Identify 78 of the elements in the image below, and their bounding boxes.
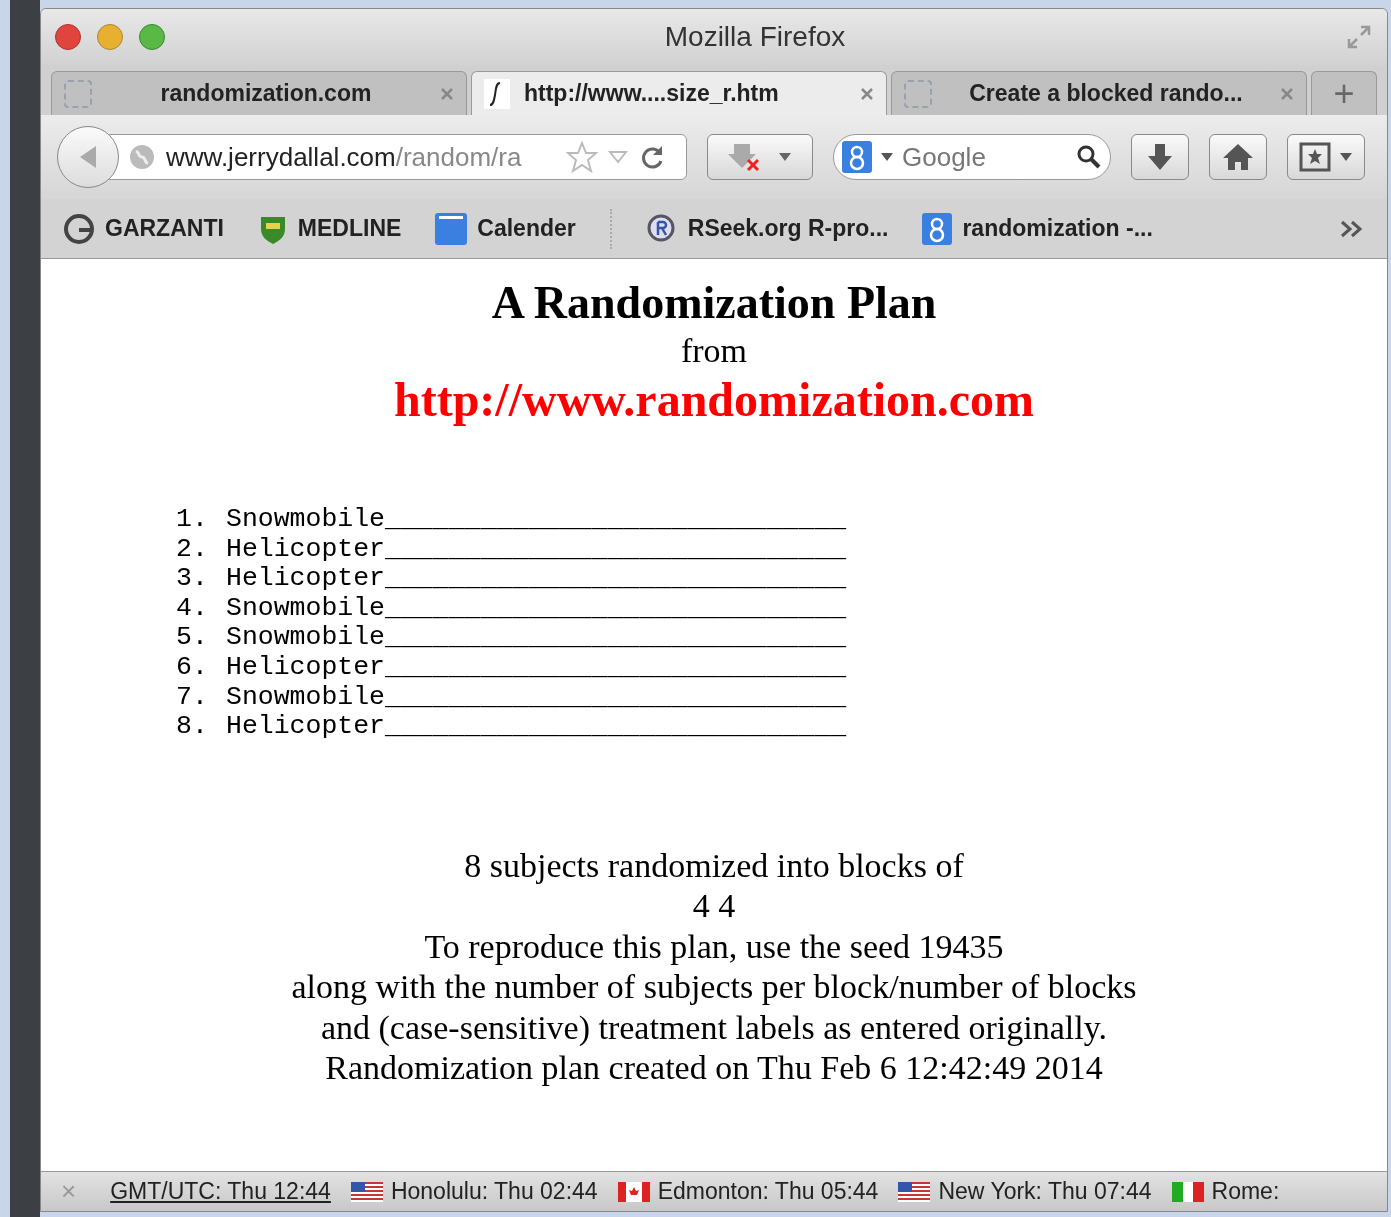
plan-note: To reproduce this plan, use the seed 19435 xyxy=(424,926,1004,967)
close-tab-icon[interactable] xyxy=(1280,86,1294,101)
plan-note: along with the number of subjects per block/number of blocks xyxy=(291,967,1137,1008)
item-number: 8. xyxy=(176,712,209,742)
dropdown-icon[interactable] xyxy=(608,150,628,164)
clock-text: Rome: xyxy=(1211,1177,1280,1207)
downloads-button[interactable] xyxy=(1131,134,1189,180)
plan-note: 4 4 xyxy=(692,886,736,927)
item-number: 5. xyxy=(176,623,209,653)
globe-icon xyxy=(128,143,156,171)
plan-note: and (case-sensitive) treatment labels as entered originally. xyxy=(320,1007,1108,1048)
bookmark-item[interactable]: RSeek.org R-pro... xyxy=(645,211,889,246)
browser-tab[interactable]: randomization.com xyxy=(51,71,467,115)
zoom-window-button[interactable] xyxy=(139,24,165,50)
window-title: Mozilla Firefox xyxy=(663,20,847,54)
close-window-button[interactable] xyxy=(55,24,81,50)
flag-icon xyxy=(350,1181,383,1202)
treatment-line: Snowmobile_____________________________ xyxy=(226,682,847,713)
search-bar[interactable]: Google xyxy=(833,134,1111,180)
home-button[interactable] xyxy=(1209,134,1267,180)
item-number: 3. xyxy=(176,564,209,594)
download-arrow-icon xyxy=(1145,142,1175,172)
close-tab-icon[interactable] xyxy=(860,86,874,101)
tab-title: randomization.com xyxy=(159,79,373,109)
treatment-line: Snowmobile_____________________________ xyxy=(226,593,847,624)
item-number: 6. xyxy=(176,652,209,683)
clock-text: New York: Thu 07:44 xyxy=(938,1177,1152,1207)
home-icon xyxy=(1222,142,1254,172)
clock-text: Honolulu: Thu 02:44 xyxy=(390,1177,598,1207)
treatment-line: Helicopter_____________________________ xyxy=(226,564,847,594)
flag-icon xyxy=(898,1181,931,1202)
browser-tab[interactable]: Create a blocked rando... xyxy=(891,71,1307,115)
treatment-line: Helicopter_____________________________ xyxy=(226,712,847,742)
bookmarks-button[interactable] xyxy=(1287,134,1365,180)
blank-page-icon xyxy=(904,79,932,108)
item-number: 7. xyxy=(176,682,209,713)
browser-tab[interactable]: http://www....size_r.htm xyxy=(471,71,887,115)
caret-icon xyxy=(880,152,894,162)
calendar-icon xyxy=(435,212,468,245)
caret-icon xyxy=(778,152,792,162)
fullscreen-icon[interactable] xyxy=(1345,23,1373,51)
treatment-line: Snowmobile_____________________________ xyxy=(226,505,847,535)
addon-button[interactable] xyxy=(707,134,813,180)
plan-note: Randomization plan created on Thu Feb 6 12:42:49 2014 xyxy=(325,1048,1103,1089)
chevron-icon[interactable] xyxy=(1339,218,1365,239)
address-field[interactable]: www.jerrydallal.com/random/ra xyxy=(109,134,687,180)
bookmark-item[interactable]: MEDLINE xyxy=(257,211,402,246)
clock-text[interactable]: GMT/UTC: Thu 12:44 xyxy=(110,1174,331,1209)
search-field[interactable]: Google xyxy=(902,137,1068,177)
item-number: 4. xyxy=(176,593,209,624)
tab-title: Create a blocked rando... xyxy=(968,79,1244,109)
script-icon xyxy=(484,78,510,109)
item-number: 1. xyxy=(176,505,209,535)
flag-icon xyxy=(617,1181,650,1202)
site-link[interactable]: http://www.randomization.com xyxy=(394,371,1034,429)
close-tab-icon[interactable] xyxy=(440,86,454,101)
from-text: from xyxy=(680,331,748,371)
flag-icon xyxy=(1171,1181,1204,1202)
bookmark-item[interactable]: GARZANTI xyxy=(63,211,224,246)
bookmark-item[interactable]: randomization -... xyxy=(922,211,1153,246)
treatment-line: Helicopter_____________________________ xyxy=(226,652,847,683)
item-number: 2. xyxy=(176,534,209,565)
letter-logo-icon xyxy=(63,212,95,245)
star-icon[interactable] xyxy=(566,141,598,173)
search-logo-icon xyxy=(922,212,953,245)
minimize-window-button[interactable] xyxy=(97,24,123,50)
blank-page-icon xyxy=(64,79,92,108)
treatment-line: Helicopter_____________________________ xyxy=(226,534,847,565)
bookmark-item[interactable]: Calender xyxy=(435,211,576,246)
caret-icon xyxy=(1339,152,1353,162)
treatment-line: Snowmobile_____________________________ xyxy=(226,623,847,653)
plan-note: 8 subjects randomized into blocks of xyxy=(464,845,964,886)
url-text: www.jerrydallal.com/random/ra xyxy=(166,140,523,174)
search-logo-icon xyxy=(842,141,872,173)
clock-text: Edmonton: Thu 05:44 xyxy=(657,1177,879,1207)
search-icon[interactable] xyxy=(1076,144,1102,170)
tab-title: http://www....size_r.htm xyxy=(524,79,780,109)
page-title: A Randomization Plan xyxy=(491,276,937,330)
